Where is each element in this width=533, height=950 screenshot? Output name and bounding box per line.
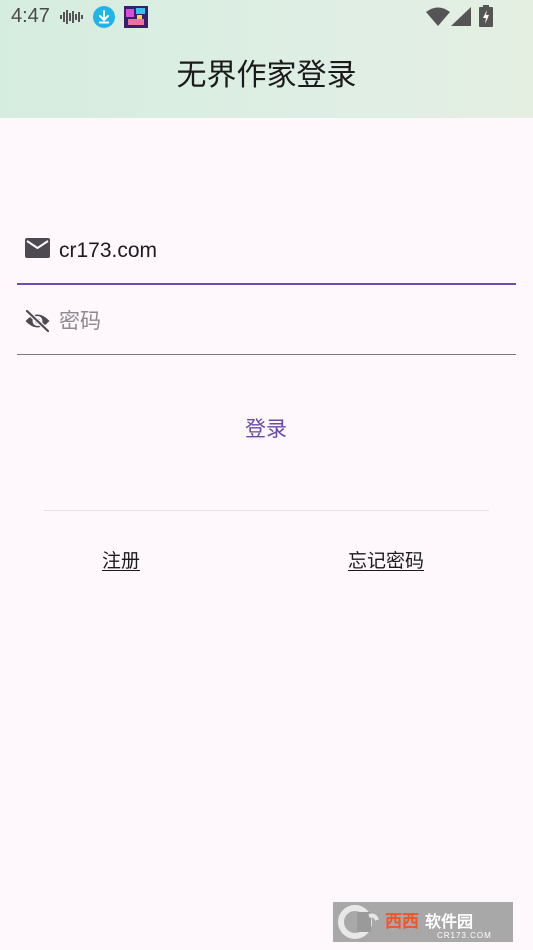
password-field[interactable] [59, 306, 499, 336]
divider [44, 510, 489, 511]
svg-text:CR173.COM: CR173.COM [437, 931, 492, 940]
register-link[interactable]: 注册 [102, 548, 140, 574]
visibility-off-icon[interactable] [24, 309, 51, 333]
svg-text:软件园: 软件园 [425, 912, 473, 931]
wifi-icon [426, 7, 450, 26]
download-icon [93, 6, 115, 28]
audio-wave-icon [60, 10, 83, 24]
forgot-password-link[interactable]: 忘记密码 [348, 548, 424, 574]
battery-icon [479, 5, 493, 27]
watermark-logo: 西西 软件园 CR173.COM [333, 902, 513, 942]
game-thumbnail-icon [124, 6, 148, 28]
status-bar: 4:47 [0, 0, 533, 34]
login-button[interactable]: 登录 [196, 406, 336, 450]
signal-icon [451, 7, 471, 26]
status-time: 4:47 [11, 5, 50, 27]
email-icon [25, 238, 50, 258]
email-field-underline [17, 283, 516, 285]
page-title: 无界作家登录 [176, 58, 357, 93]
email-field[interactable]: cr173.com [59, 236, 157, 266]
password-field-underline [17, 354, 516, 355]
app-header: 4:47 无界作家登录 [0, 0, 533, 118]
svg-text:西西: 西西 [385, 912, 419, 932]
